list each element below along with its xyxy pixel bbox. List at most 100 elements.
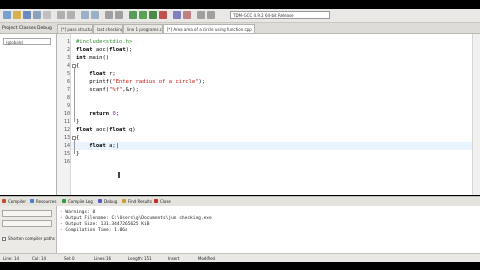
fold-guide xyxy=(73,68,75,122)
unindent-icon[interactable] xyxy=(115,11,123,19)
tab-close[interactable]: Close xyxy=(154,198,171,205)
debug-icon[interactable] xyxy=(173,11,181,19)
log-line: - Compilation Time: 1.06s xyxy=(60,228,128,233)
line-number: 7 xyxy=(66,87,70,93)
debug-icon xyxy=(98,199,102,203)
file-tab-active[interactable]: [*] Area area of a circle using function… xyxy=(163,24,255,33)
find-results-icon xyxy=(122,199,126,203)
tab-compiler[interactable]: Compiler xyxy=(2,198,26,205)
status-modified: Modified xyxy=(198,256,216,261)
tab-debug[interactable]: Debug xyxy=(37,24,52,33)
status-sel-label: Sel: xyxy=(64,256,72,261)
compile-log-icon xyxy=(62,199,66,203)
code-line[interactable]: return 0; xyxy=(76,110,119,118)
line-number: 3 xyxy=(66,55,70,61)
undo-icon[interactable] xyxy=(57,11,65,19)
line-number: 1 xyxy=(66,39,70,45)
open-file-icon[interactable] xyxy=(13,11,21,19)
status-length-label: Length: xyxy=(128,256,144,261)
screen-bottom-border xyxy=(0,262,480,270)
status-col-value: 14 xyxy=(41,256,47,261)
run-icon[interactable] xyxy=(139,11,147,19)
line-number: 6 xyxy=(66,79,70,85)
status-sel-value: 0 xyxy=(72,256,75,261)
replace-icon[interactable] xyxy=(91,11,99,19)
code-line[interactable]: #include<stdio.h> xyxy=(76,38,132,46)
status-lines-value: 16 xyxy=(106,256,112,261)
class-filter-field[interactable]: (globals) xyxy=(3,38,51,45)
indent-icon[interactable] xyxy=(105,11,113,19)
line-number: 4 xyxy=(66,63,70,69)
code-line[interactable]: } xyxy=(76,118,79,126)
status-length-value: 151 xyxy=(144,256,152,261)
rebuild-icon[interactable] xyxy=(159,11,167,19)
code-line[interactable]: float r; xyxy=(76,70,116,78)
tab-bar: Project Classes Debug [*] pass structure… xyxy=(0,23,480,34)
save-all-icon[interactable] xyxy=(33,11,41,19)
status-insert: Insert xyxy=(168,256,180,261)
close-icon xyxy=(154,199,158,203)
line-number: 14 xyxy=(63,143,70,149)
tab-label: Compile Log xyxy=(68,199,93,204)
file-tab[interactable]: [*] pass structure to fn .cpp xyxy=(57,24,93,33)
abort-compilation-button[interactable] xyxy=(2,210,52,217)
line-number: 9 xyxy=(66,103,70,109)
file-tab[interactable]: line 1 programs.cpp xyxy=(123,24,163,33)
progress-box xyxy=(2,220,52,227)
code-editor[interactable]: 1 #include<stdio.h> 2 float aoc(float); 3 int… xyxy=(57,34,480,195)
line-number: 12 xyxy=(63,127,70,133)
save-icon[interactable] xyxy=(23,11,31,19)
profile-icon[interactable] xyxy=(197,11,205,19)
compile-log-output: - Warnings: 0 - Output Filename: C:\User… xyxy=(57,206,480,253)
code-line[interactable]: float a;| xyxy=(76,142,119,150)
print-icon[interactable] xyxy=(43,11,51,19)
shorten-paths-label: Shorten compiler paths xyxy=(8,236,55,241)
line-number: 2 xyxy=(66,47,70,53)
new-file-icon[interactable] xyxy=(3,11,11,19)
compile-icon[interactable] xyxy=(129,11,137,19)
mouse-cursor-icon xyxy=(118,172,120,178)
tab-label: Compiler xyxy=(8,199,27,204)
status-line-label: Line: xyxy=(3,256,13,261)
compiler-select[interactable]: TDM-GCC 4.9.2 64-bit Release xyxy=(230,11,330,19)
status-line-value: 14 xyxy=(14,256,20,261)
class-browser-panel: (globals) xyxy=(0,34,57,195)
line-number: 11 xyxy=(63,119,70,125)
toolbar: TDM-GCC 4.9.2 64-bit Release xyxy=(0,9,480,23)
goto-icon[interactable] xyxy=(207,11,215,19)
code-line[interactable]: { xyxy=(76,62,79,70)
status-lines-label: Lines: xyxy=(94,256,106,261)
current-line-highlight xyxy=(71,142,480,150)
code-line[interactable]: scanf("%f",&r); xyxy=(76,86,139,94)
file-tab[interactable]: last checking.cpp xyxy=(93,24,123,33)
line-number: 16 xyxy=(63,159,70,165)
fold-guide xyxy=(73,140,75,154)
tab-compile-log[interactable]: Compile Log xyxy=(62,198,93,205)
compile-controls: Shorten compiler paths xyxy=(0,206,57,253)
tab-label: Close xyxy=(160,199,171,204)
code-line[interactable]: } xyxy=(76,150,79,158)
tab-resources[interactable]: Resources xyxy=(30,198,56,205)
find-icon[interactable] xyxy=(81,11,89,19)
editor-scrollbar[interactable] xyxy=(472,34,480,195)
tab-project[interactable]: Project xyxy=(2,24,17,33)
shorten-paths-checkbox[interactable] xyxy=(2,237,6,241)
compiler-icon xyxy=(2,199,6,203)
tab-label: Find Results xyxy=(128,199,152,204)
code-line[interactable]: printf("Enter radius of a circle"); xyxy=(76,78,205,86)
code-line[interactable]: float aoc(float q) xyxy=(76,126,136,134)
tab-classes[interactable]: Classes xyxy=(19,24,36,33)
stop-icon[interactable] xyxy=(183,11,191,19)
line-number: 15 xyxy=(63,151,70,157)
code-line[interactable]: int main() xyxy=(76,54,109,62)
compile-run-icon[interactable] xyxy=(149,11,157,19)
tab-find-results[interactable]: Find Results xyxy=(122,198,152,205)
tab-label: Resources xyxy=(36,199,57,204)
line-number: 8 xyxy=(66,95,70,101)
code-line[interactable]: { xyxy=(76,134,79,142)
line-number: 10 xyxy=(63,111,70,117)
redo-icon[interactable] xyxy=(67,11,75,19)
tab-label: Debug xyxy=(104,199,118,204)
tab-debug-output[interactable]: Debug xyxy=(98,198,117,205)
code-line[interactable]: float aoc(float); xyxy=(76,46,132,54)
